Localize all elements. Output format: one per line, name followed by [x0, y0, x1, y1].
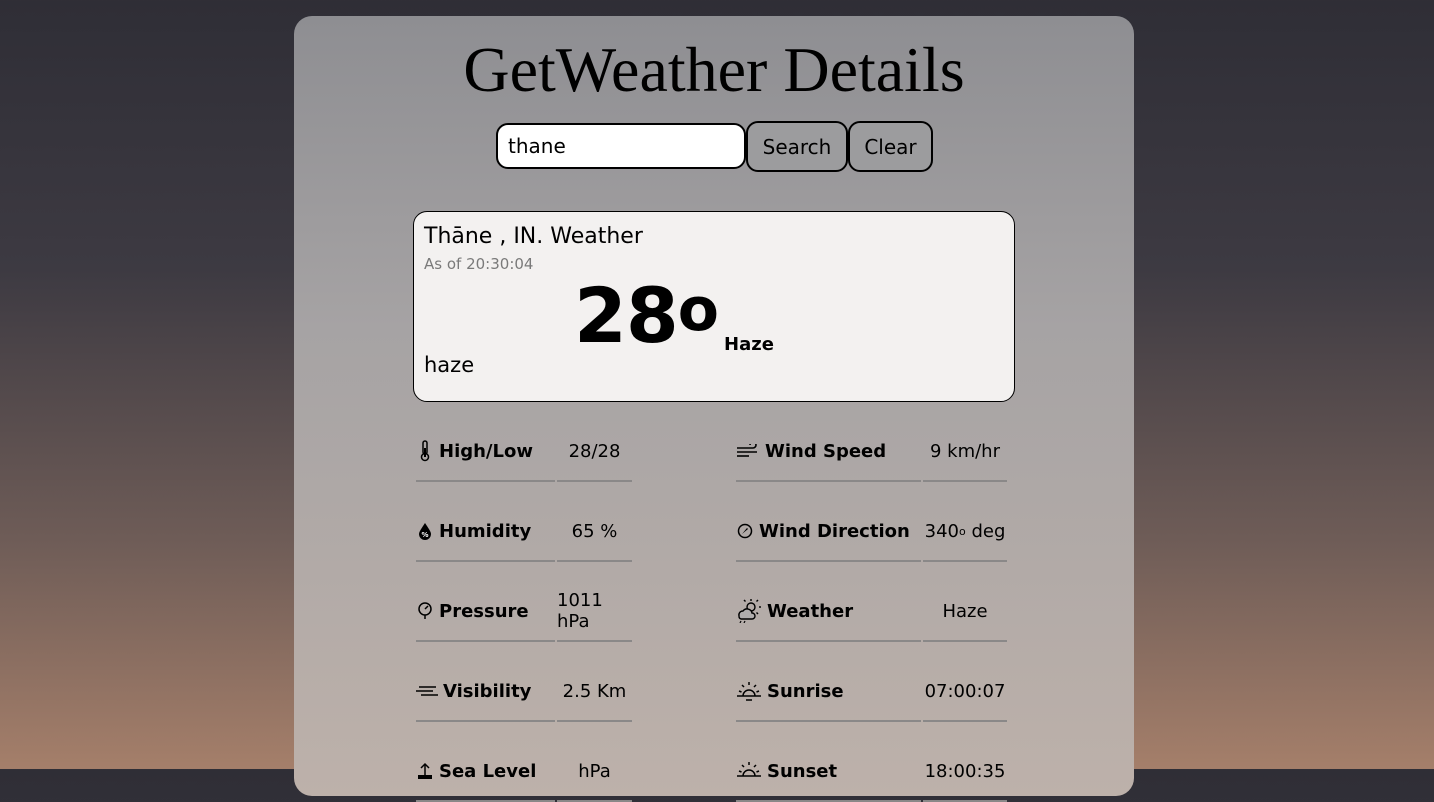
condition-label: Haze	[724, 334, 774, 355]
humidity-text: Humidity	[439, 520, 532, 542]
compass-icon	[736, 521, 754, 541]
sea-level-icon	[416, 761, 434, 781]
condition-description: haze	[424, 353, 475, 377]
sea-level-label: Sea Level	[416, 742, 555, 802]
sea-level-text: Sea Level	[439, 760, 537, 782]
wind-speed-label: Wind Speed	[736, 422, 921, 482]
visibility-label: Visibility	[416, 662, 555, 722]
thermometer-icon	[416, 440, 434, 462]
wind-direction-unit: deg	[965, 520, 1006, 542]
as-of-timestamp: As of 20:30:04	[424, 255, 533, 273]
wind-direction-value: 340 o deg	[923, 502, 1007, 562]
pressure-label: Pressure	[416, 582, 555, 642]
gauge-icon	[416, 601, 434, 621]
wind-direction-degree: o	[958, 524, 966, 538]
search-button[interactable]: Search	[746, 121, 848, 172]
high-low-text: High/Low	[439, 440, 533, 462]
app-title: GetWeather Details	[463, 34, 965, 105]
current-weather-panel: Thāne , IN. Weather As of 20:30:04 28o H…	[413, 211, 1015, 402]
pressure-value: 1011 hPa	[557, 582, 632, 642]
fog-icon	[416, 681, 438, 701]
weather-label: Weather	[736, 582, 921, 642]
sunset-text: Sunset	[767, 760, 838, 782]
wind-direction-text: Wind Direction	[759, 520, 910, 542]
humidity-value: 65 %	[557, 502, 632, 562]
wind-direction-number: 340	[924, 520, 959, 542]
current-temperature: 28o	[574, 269, 719, 363]
wind-direction-label: Wind Direction	[736, 502, 921, 562]
location-title: Thāne , IN. Weather	[424, 224, 643, 249]
sunset-icon	[736, 761, 762, 781]
sea-level-value: hPa	[557, 742, 632, 802]
temperature-value: 28	[574, 271, 679, 360]
wind-speed-value: 9 km/hr	[923, 422, 1007, 482]
wind-icon	[736, 441, 760, 461]
weather-text: Weather	[767, 600, 854, 622]
sunrise-icon	[736, 681, 762, 701]
sunrise-label: Sunrise	[736, 662, 921, 722]
sun-cloud-icon	[736, 599, 762, 623]
droplet-percent-icon: %	[416, 521, 434, 541]
wind-speed-text: Wind Speed	[765, 440, 887, 462]
visibility-value: 2.5 Km	[557, 662, 632, 722]
as-of-time: 20:30:04	[466, 255, 534, 273]
sunset-label: Sunset	[736, 742, 921, 802]
weather-card: GetWeather Details Search Clear Thāne , …	[294, 16, 1134, 802]
visibility-text: Visibility	[443, 680, 532, 702]
as-of-label: As of	[424, 255, 462, 273]
weather-value: Haze	[923, 582, 1007, 642]
high-low-label: High/Low	[416, 422, 555, 482]
high-low-value: 28/28	[557, 422, 632, 482]
pressure-text: Pressure	[439, 600, 529, 622]
humidity-label: % Humidity	[416, 502, 555, 562]
sunrise-text: Sunrise	[767, 680, 844, 702]
degree-symbol: o	[677, 275, 719, 345]
svg-text:%: %	[421, 531, 428, 539]
sunset-value: 18:00:35	[923, 742, 1007, 802]
clear-button[interactable]: Clear	[848, 121, 933, 172]
sunrise-value: 07:00:07	[923, 662, 1007, 722]
city-search-input[interactable]	[496, 123, 746, 169]
